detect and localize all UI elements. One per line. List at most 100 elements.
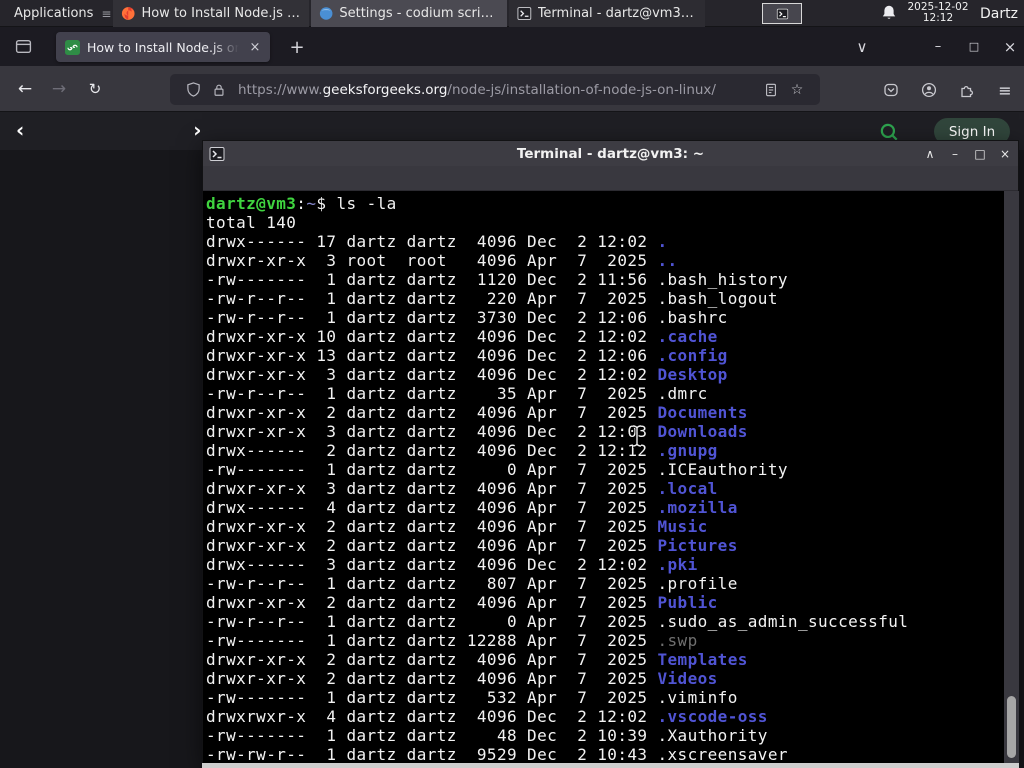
clock-time: 12:12 — [922, 12, 954, 24]
user-menu[interactable]: Dartz — [974, 0, 1024, 27]
file-meta: drwxr-xr-x 10 dartz dartz 4096 Dec 2 12:… — [206, 327, 658, 346]
url-bar[interactable]: https://www.geeksforgeeks.org/node-js/in… — [170, 74, 820, 105]
terminal-output-line: -rw------- 1 dartz dartz 48 Dec 2 10:39 … — [206, 726, 1004, 745]
browser-tab-bar: How to Install Node.js on × + ∨ – □ × — [0, 27, 1024, 66]
bookmark-star-icon[interactable]: ☆ — [784, 82, 810, 98]
file-name: Videos — [657, 669, 718, 688]
url-domain: geeksforgeeks.org — [322, 81, 448, 98]
browser-minimize-button[interactable]: – — [924, 34, 952, 59]
back-button[interactable]: ← — [10, 75, 40, 103]
terminal-scrollbar-thumb[interactable] — [1007, 696, 1016, 758]
file-meta: -rw-r--r-- 1 dartz dartz 35 Apr 7 2025 — [206, 384, 658, 403]
browser-close-button[interactable]: × — [996, 34, 1024, 59]
browser-tab-active[interactable]: How to Install Node.js on × — [56, 32, 270, 62]
terminal-close-button[interactable]: × — [998, 147, 1012, 161]
file-meta: drwx------ 3 dartz dartz 4096 Dec 2 12:0… — [206, 555, 658, 574]
extensions-puzzle-icon[interactable] — [952, 77, 982, 103]
terminal-menu-item[interactable] — [279, 176, 297, 180]
terminal-title-bar[interactable]: Terminal - dartz@vm3: ~ ∧ – □ × — [203, 141, 1018, 166]
taskbar-window-title: Terminal - dartz@vm3: ~ — [537, 6, 697, 21]
nav-scroll-left-chevron-icon[interactable]: ‹ — [16, 118, 24, 142]
terminal-minimize-button[interactable]: – — [948, 147, 962, 161]
hamburger-menu-icon[interactable]: ≡ — [990, 77, 1020, 103]
taskbar-window-codium[interactable]: Settings - codium script... — [311, 0, 507, 27]
terminal-output-line: drwxr-xr-x 10 dartz dartz 4096 Dec 2 12:… — [206, 327, 1004, 346]
file-name: .bash_history — [657, 270, 788, 289]
taskbar-window-title: Settings - codium script... — [339, 6, 499, 21]
nav-scroll-right-chevron-icon[interactable]: › — [193, 118, 201, 142]
terminal-total-line: total 140 — [206, 213, 297, 232]
terminal-menu-item[interactable] — [257, 176, 275, 180]
geeksforgeeks-favicon — [65, 39, 80, 55]
file-meta: -rw-rw-r-- 1 dartz dartz 9529 Dec 2 10:4… — [206, 745, 658, 763]
new-tab-button[interactable]: + — [284, 35, 310, 59]
forward-button[interactable]: → — [44, 75, 74, 103]
terminal-menu-item[interactable] — [235, 176, 253, 180]
prompt-path: ~ — [306, 194, 317, 213]
terminal-output-line: drwxr-xr-x 3 root root 4096 Apr 7 2025 .… — [206, 251, 1004, 270]
terminal-menu-item[interactable] — [301, 176, 319, 180]
firefox-view-icon[interactable] — [10, 34, 36, 59]
applications-menu-button[interactable]: Applications ≡ — [0, 0, 112, 27]
terminal-window: Terminal - dartz@vm3: ~ ∧ – □ × dartz@vm… — [202, 140, 1019, 764]
terminal-output-line: drwxr-xr-x 2 dartz dartz 4096 Apr 7 2025… — [206, 403, 1004, 422]
url-path: /node-js/installation-of-node-js-on-linu… — [447, 81, 716, 98]
top-panel: Applications ≡ How to Install Node.js o.… — [0, 0, 1024, 27]
workspace-1[interactable] — [762, 3, 802, 24]
terminal-menu-item[interactable] — [323, 176, 341, 180]
account-icon[interactable] — [914, 77, 944, 103]
user-name: Dartz — [980, 5, 1018, 22]
terminal-shade-button[interactable]: ∧ — [923, 147, 937, 161]
file-name: Downloads — [657, 422, 748, 441]
prompt-separator: : — [296, 194, 307, 213]
tab-close-icon[interactable]: × — [246, 38, 264, 56]
terminal-output-line: -rw-r--r-- 1 dartz dartz 220 Apr 7 2025 … — [206, 289, 1004, 308]
terminal-menu-item[interactable] — [213, 176, 231, 180]
prompt-dollar: $ — [316, 194, 337, 213]
prompt-user-host: dartz@vm3 — [206, 194, 297, 213]
shield-icon[interactable] — [180, 82, 206, 97]
notification-bell-icon[interactable] — [880, 4, 902, 24]
terminal-output[interactable]: dartz@vm3:~$ ls -la total 140 drwx------… — [203, 191, 1004, 763]
terminal-window-controls: ∧ – □ × — [923, 141, 1012, 166]
browser-maximize-button[interactable]: □ — [960, 34, 988, 59]
file-meta: -rw-r--r-- 1 dartz dartz 0 Apr 7 2025 — [206, 612, 658, 631]
terminal-output-line: drwxr-xr-x 2 dartz dartz 4096 Apr 7 2025… — [206, 593, 1004, 612]
workspace-switcher[interactable] — [760, 2, 804, 25]
tab-title: How to Install Node.js on — [87, 39, 239, 55]
reload-button[interactable]: ↻ — [80, 75, 110, 103]
url-scheme: https://www. — [238, 81, 323, 98]
file-meta: drwx------ 17 dartz dartz 4096 Dec 2 12:… — [206, 232, 658, 251]
terminal-output-line: drwx------ 4 dartz dartz 4096 Apr 7 2025… — [206, 498, 1004, 517]
codium-icon — [319, 7, 333, 20]
panel-clock[interactable]: 2025-12-02 12:12 — [906, 2, 970, 25]
file-name: Desktop — [657, 365, 728, 384]
file-name: .vscode-oss — [657, 707, 768, 726]
terminal-scrollbar[interactable] — [1004, 191, 1019, 763]
list-all-tabs-chevron-icon[interactable]: ∨ — [848, 34, 876, 59]
terminal-output-line: drwxr-xr-x 3 dartz dartz 4096 Dec 2 12:0… — [206, 365, 1004, 384]
pocket-save-icon[interactable] — [876, 77, 906, 103]
terminal-window-icon — [209, 146, 225, 161]
file-meta: drwxr-xr-x 13 dartz dartz 4096 Dec 2 12:… — [206, 346, 658, 365]
desktop: Applications ≡ How to Install Node.js o.… — [0, 0, 1024, 768]
terminal-output-line: -rw-r--r-- 1 dartz dartz 0 Apr 7 2025 .s… — [206, 612, 1004, 631]
url-text[interactable]: https://www.geeksforgeeks.org/node-js/in… — [238, 82, 758, 98]
terminal-output-line: -rw-r--r-- 1 dartz dartz 3730 Dec 2 12:0… — [206, 308, 1004, 327]
terminal-output-line: drwx------ 2 dartz dartz 4096 Dec 2 12:1… — [206, 441, 1004, 460]
lock-icon[interactable] — [206, 83, 232, 97]
file-name: .Xauthority — [657, 726, 768, 745]
taskbar-window-firefox[interactable]: How to Install Node.js o... — [113, 0, 309, 27]
prompt-command: ls -la — [336, 194, 397, 213]
file-name: .cache — [657, 327, 718, 346]
reader-mode-icon[interactable] — [758, 83, 784, 97]
terminal-output-line: -rw------- 1 dartz dartz 0 Apr 7 2025 .I… — [206, 460, 1004, 479]
file-meta: drwxr-xr-x 3 dartz dartz 4096 Dec 2 12:0… — [206, 422, 658, 441]
file-name: .local — [657, 479, 718, 498]
terminal-maximize-button[interactable]: □ — [973, 147, 987, 161]
taskbar-window-terminal[interactable]: Terminal - dartz@vm3: ~ — [509, 0, 705, 27]
file-name: .. — [657, 251, 678, 270]
file-meta: -rw-r--r-- 1 dartz dartz 3730 Dec 2 12:0… — [206, 308, 658, 327]
workspace-terminal-icon — [776, 8, 788, 19]
file-name: .swp — [657, 631, 698, 650]
